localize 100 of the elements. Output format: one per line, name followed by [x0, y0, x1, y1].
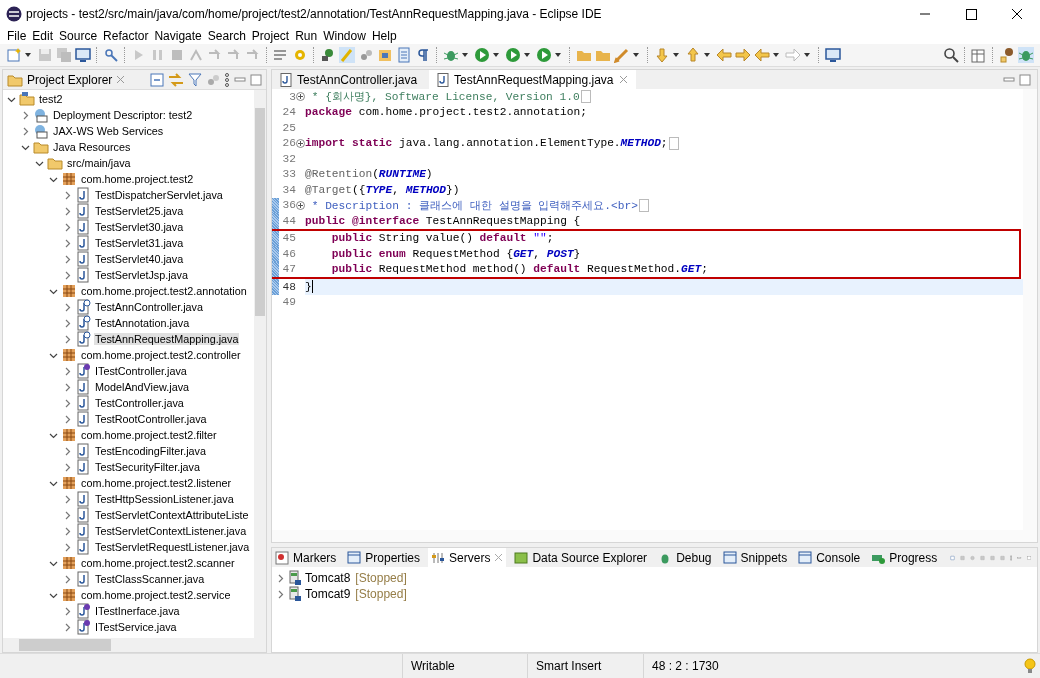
- menu-item[interactable]: Search: [204, 29, 249, 43]
- chevron-right-icon[interactable]: [63, 526, 72, 536]
- tree-item[interactable]: TestAnnRequestMapping.java: [94, 333, 240, 345]
- chevron-right-icon[interactable]: [63, 270, 72, 280]
- close-icon[interactable]: [618, 75, 628, 84]
- tree-item[interactable]: TestClassScanner.java: [94, 573, 206, 585]
- chevron-right-icon[interactable]: [276, 589, 285, 599]
- tool-icon[interactable]: [103, 47, 119, 63]
- expand-fold-icon[interactable]: [296, 138, 305, 148]
- menu-item[interactable]: Window: [320, 29, 369, 43]
- chevron-right-icon[interactable]: [21, 110, 30, 120]
- menu-item[interactable]: Edit: [29, 29, 57, 43]
- menu-item[interactable]: Project: [248, 29, 293, 43]
- chevron-right-icon[interactable]: [63, 238, 72, 248]
- chevron-right-icon[interactable]: [63, 414, 72, 424]
- chevron-right-icon[interactable]: [63, 574, 72, 584]
- view-tab[interactable]: Properties: [344, 548, 424, 567]
- run-icon[interactable]: [505, 47, 521, 63]
- dropdown-caret-icon[interactable]: [25, 53, 31, 57]
- tree-item[interactable]: TestServlet31.java: [94, 237, 185, 249]
- filter-icon[interactable]: [188, 72, 202, 87]
- menu-item[interactable]: Run: [292, 29, 321, 43]
- chevron-right-icon[interactable]: [63, 622, 72, 632]
- view-menu-icon[interactable]: [224, 72, 230, 87]
- dropdown-caret-icon[interactable]: [804, 53, 810, 57]
- tree-item[interactable]: ITestService.java: [94, 621, 178, 633]
- dropdown-caret-icon[interactable]: [524, 53, 530, 57]
- chevron-right-icon[interactable]: [63, 190, 72, 200]
- tree-item[interactable]: test2: [38, 93, 64, 105]
- folded-marker-icon[interactable]: [668, 136, 679, 150]
- chevron-right-icon[interactable]: [63, 542, 72, 552]
- tree-item[interactable]: TestServletRequestListener.java: [94, 541, 251, 553]
- collapse-all-icon[interactable]: [150, 72, 164, 87]
- menu-item[interactable]: Source: [56, 29, 101, 43]
- perspective-icon[interactable]: [971, 47, 987, 63]
- tree-item[interactable]: Java Resources: [52, 141, 132, 153]
- tree-item[interactable]: Deployment Descriptor: test2: [52, 109, 194, 121]
- chevron-right-icon[interactable]: [63, 494, 72, 504]
- para-icon[interactable]: [415, 47, 431, 63]
- tree-item[interactable]: TestServletContextAttributeListe: [94, 509, 250, 521]
- left-icon[interactable]: [716, 47, 732, 63]
- dropdown-caret-icon[interactable]: [555, 53, 561, 57]
- tree-item[interactable]: TestRootController.java: [94, 413, 208, 425]
- tree-item[interactable]: TestServletJsp.java: [94, 269, 189, 281]
- tree-item[interactable]: TestServlet30.java: [94, 221, 185, 233]
- view-tab[interactable]: Markers: [272, 548, 340, 567]
- chevron-right-icon[interactable]: [63, 462, 72, 472]
- monitor-icon[interactable]: [75, 47, 91, 63]
- tree-item[interactable]: com.home.project.test2.scanner: [80, 557, 236, 569]
- tree-item[interactable]: com.home.project.test2.filter: [80, 429, 218, 441]
- close-icon[interactable]: [494, 553, 504, 562]
- tree-item[interactable]: TestAnnotation.java: [94, 317, 191, 329]
- search-icon[interactable]: [943, 47, 959, 63]
- run-icon[interactable]: [474, 47, 490, 63]
- dropdown-caret-icon[interactable]: [493, 53, 499, 57]
- tree-item[interactable]: com.home.project.test2.annotation: [80, 285, 248, 297]
- chevron-right-icon[interactable]: [63, 334, 72, 344]
- expand-fold-icon[interactable]: [296, 200, 305, 210]
- tree-item[interactable]: ITestInerface.java: [94, 605, 181, 617]
- chevron-right-icon[interactable]: [63, 254, 72, 264]
- dropdown-caret-icon[interactable]: [462, 53, 468, 57]
- menu-item[interactable]: Help: [368, 29, 400, 43]
- dropdown-caret-icon[interactable]: [704, 53, 710, 57]
- dropdown-caret-icon[interactable]: [633, 53, 639, 57]
- tree-item[interactable]: TestController.java: [94, 397, 185, 409]
- server-name[interactable]: Tomcat9: [305, 587, 351, 601]
- tree-item[interactable]: JAX-WS Web Services: [52, 125, 165, 137]
- tree-item[interactable]: TestSecurityFilter.java: [94, 461, 201, 473]
- folded-marker-icon[interactable]: [580, 90, 591, 104]
- dropdown-caret-icon[interactable]: [673, 53, 679, 57]
- view-tab[interactable]: Progress: [868, 548, 941, 567]
- editor-tab[interactable]: TestAnnController.java: [272, 70, 426, 89]
- menu-item[interactable]: Refactor: [100, 29, 152, 43]
- tree-item[interactable]: TestHttpSessionListener.java: [94, 493, 235, 505]
- right-icon[interactable]: [735, 47, 751, 63]
- dropdown-caret-icon[interactable]: [773, 53, 779, 57]
- lightbulb-icon[interactable]: [1024, 658, 1036, 674]
- java-ee-perspective-icon[interactable]: [999, 47, 1015, 63]
- chevron-right-icon[interactable]: [63, 398, 72, 408]
- tree-item[interactable]: TestAnnController.java: [94, 301, 205, 313]
- view-tab[interactable]: Data Source Explorer: [511, 548, 651, 567]
- tree-item[interactable]: com.home.project.test2.listener: [80, 477, 233, 489]
- menu-item[interactable]: Navigate: [151, 29, 205, 43]
- chevron-right-icon[interactable]: [276, 573, 285, 583]
- chevron-right-icon[interactable]: [63, 382, 72, 392]
- close-icon[interactable]: [116, 75, 126, 84]
- tree-item[interactable]: com.home.project.test2.service: [80, 589, 232, 601]
- folded-marker-icon[interactable]: [638, 198, 649, 212]
- view-tab[interactable]: Snippets: [719, 548, 791, 567]
- tree-item[interactable]: TestServlet40.java: [94, 253, 185, 265]
- server-name[interactable]: Tomcat8: [305, 571, 351, 585]
- view-tab[interactable]: Debug: [655, 548, 715, 567]
- tree-item[interactable]: TestEncodingFilter.java: [94, 445, 208, 457]
- tree-item[interactable]: TestServlet25.java: [94, 205, 185, 217]
- window-icon[interactable]: [825, 47, 841, 63]
- editor-tab[interactable]: TestAnnRequestMapping.java: [429, 70, 636, 89]
- view-tab[interactable]: Console: [795, 548, 864, 567]
- tree-item[interactable]: ITestController.java: [94, 365, 188, 377]
- chevron-right-icon[interactable]: [63, 318, 72, 328]
- view-tab[interactable]: Servers: [428, 548, 507, 567]
